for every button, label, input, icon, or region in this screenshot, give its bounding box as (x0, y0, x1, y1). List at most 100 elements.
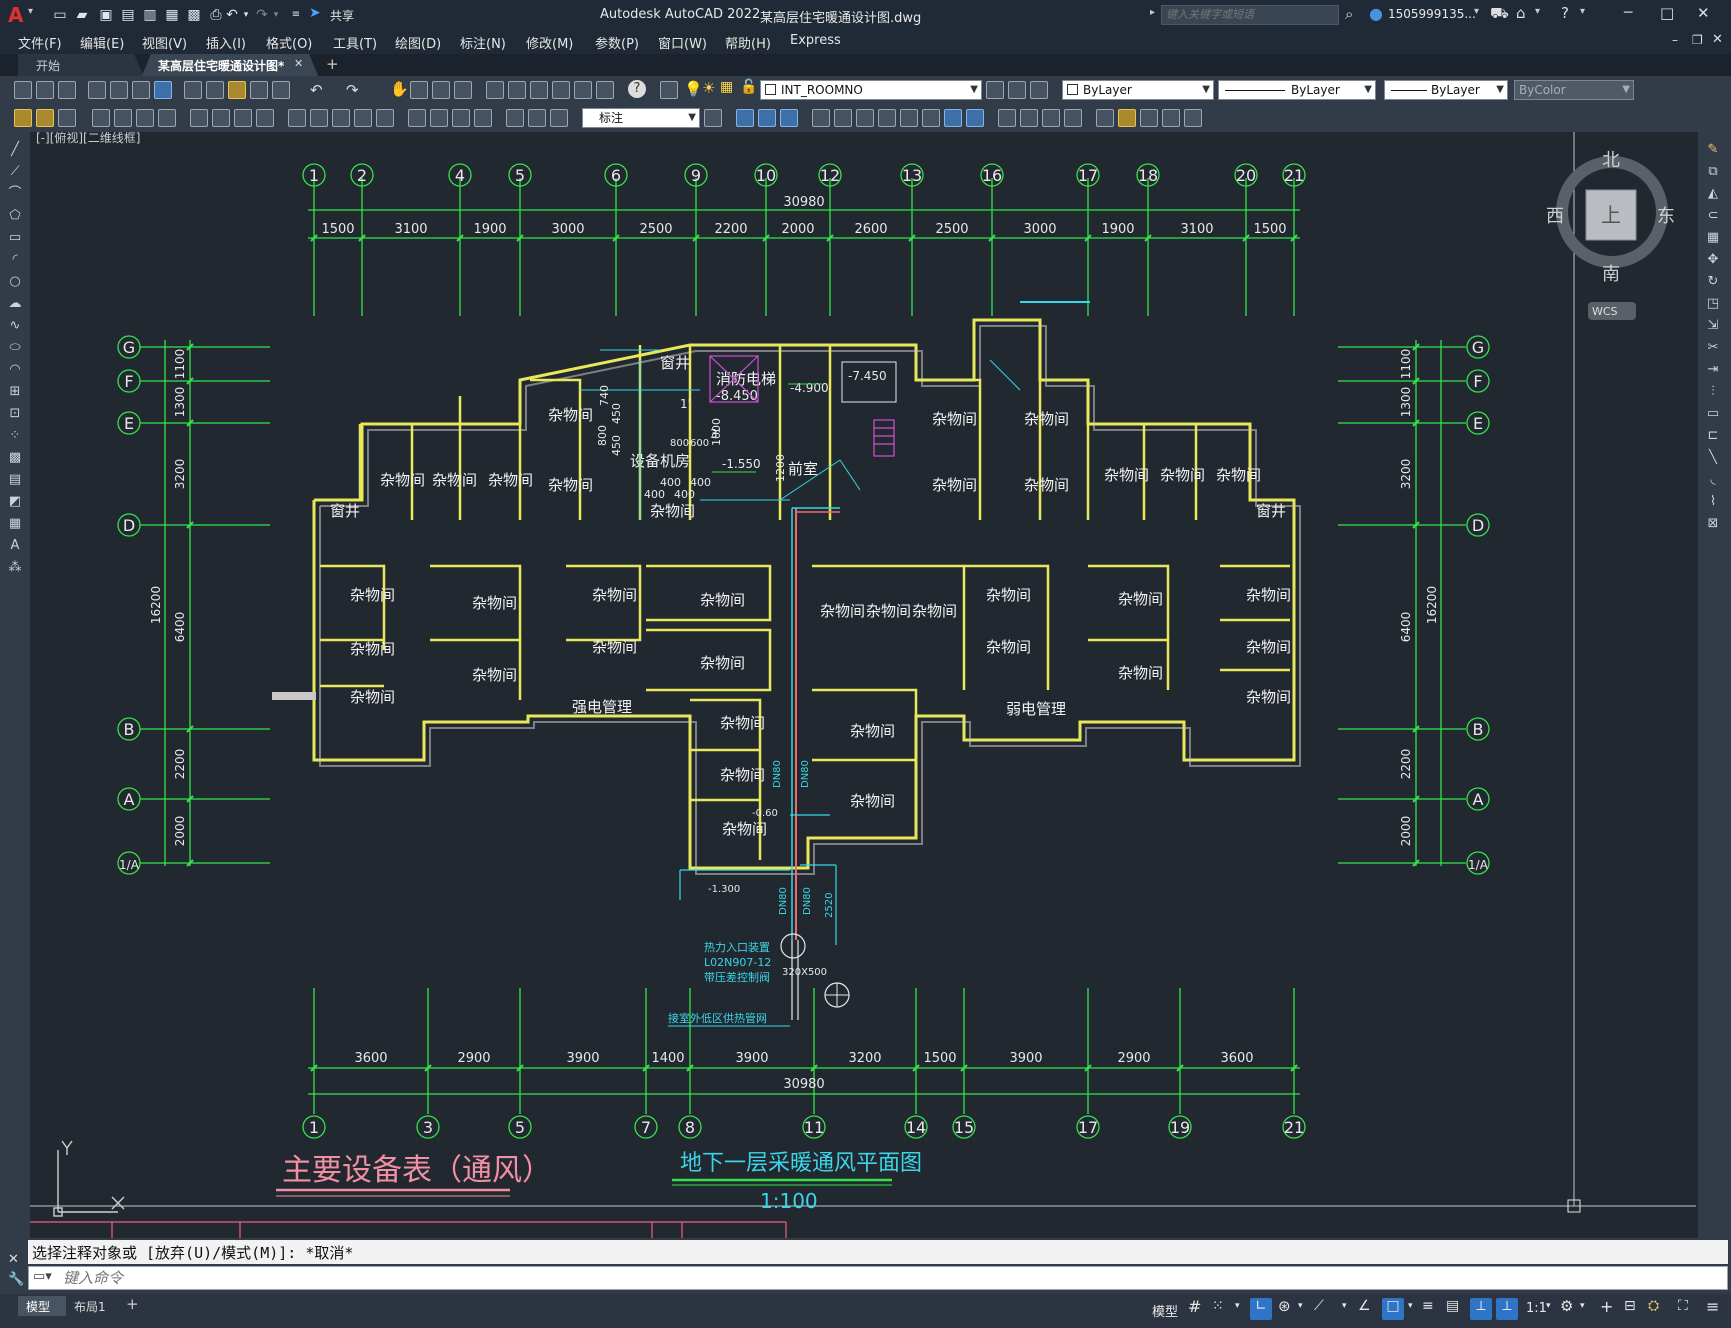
rectangle-icon[interactable]: ▭ (6, 230, 24, 246)
layer-properties-icon[interactable] (660, 81, 678, 99)
zoom-realtime-icon[interactable] (410, 81, 428, 99)
maximize-button[interactable]: □ (1660, 4, 1674, 22)
spline-icon[interactable]: ∿ (6, 318, 24, 334)
command-settings-icon[interactable]: 🔧 (8, 1272, 24, 1287)
explode-icon[interactable] (1064, 109, 1082, 127)
join-icon[interactable] (998, 109, 1016, 127)
table-icon[interactable]: ▦ (6, 516, 24, 532)
insert-block-icon[interactable] (1096, 109, 1114, 127)
doc-restore-button[interactable]: ❐ (1692, 33, 1703, 47)
command-close-icon[interactable]: ✕ (8, 1252, 19, 1267)
move-icon-r[interactable]: ✥ (1704, 252, 1722, 268)
inspection-icon[interactable] (452, 109, 470, 127)
tab-close-icon[interactable]: ✕ (294, 57, 303, 70)
move-icon[interactable] (834, 109, 852, 127)
search-icon[interactable]: ⌕ (1345, 5, 1353, 23)
viewcube-south[interactable]: 南 (1602, 264, 1620, 285)
layout-tab-layout1[interactable]: 布局1 (74, 1298, 106, 1315)
menu-express[interactable]: Express (790, 33, 841, 48)
angular-dimension-icon[interactable] (256, 109, 274, 127)
match-properties-icon[interactable] (250, 81, 268, 99)
blend-icon[interactable]: ⌇ (1704, 494, 1722, 510)
command-input-box[interactable]: ▭▾ (28, 1266, 1728, 1290)
pan-icon[interactable]: ✋ (390, 80, 409, 98)
linetype-dropdown[interactable]: ByLayer ▼ (1218, 80, 1376, 100)
hatch-icon[interactable]: ▩ (6, 450, 24, 466)
layer-viewport-icon[interactable]: ▦ (720, 79, 733, 95)
command-input[interactable] (63, 1268, 663, 1288)
zoom-previous-icon[interactable] (454, 81, 472, 99)
app-menu-chevron-icon[interactable]: ▾ (28, 6, 33, 17)
paste-icon[interactable] (228, 81, 246, 99)
diameter-dimension-icon[interactable] (234, 109, 252, 127)
radius-dimension-icon[interactable] (190, 109, 208, 127)
search-expand-icon[interactable]: ▸ (1150, 7, 1155, 18)
annotation-scale[interactable]: 1:1 (1526, 1301, 1547, 1316)
dimension-space-icon[interactable] (354, 109, 372, 127)
copy-object-icon[interactable] (736, 109, 754, 127)
help-icon[interactable]: ? (1561, 4, 1569, 22)
workspace-dropdown-icon[interactable]: ▾ (1580, 1301, 1585, 1311)
viewcube-north[interactable]: 北 (1602, 150, 1620, 171)
work-icon-3[interactable] (58, 109, 76, 127)
new-icon[interactable] (14, 81, 32, 99)
linear-dimension-icon[interactable] (92, 109, 110, 127)
tab-start[interactable]: 开始 (18, 54, 144, 76)
polar-dropdown-icon[interactable]: ▾ (1298, 1301, 1303, 1311)
object-snap-icon[interactable]: □ (1382, 1298, 1404, 1320)
chamfer-icon-r[interactable]: ╲ (1704, 450, 1722, 466)
ordinate-dimension-icon[interactable] (158, 109, 176, 127)
drawing-canvas[interactable]: [-][俯视][二维线框] 地下一层采暖通风平面图 1:100 主要设备表（通风… (30, 132, 1698, 1238)
dimension-text-edit-icon[interactable] (528, 109, 546, 127)
menu-tools[interactable]: 工具(T) (333, 33, 377, 52)
lineweight-dropdown[interactable]: ByLayer ▼ (1384, 80, 1508, 100)
open-icon[interactable] (36, 81, 54, 99)
undo-icon-2[interactable]: ↶ (310, 81, 323, 99)
close-button[interactable]: ✕ (1697, 4, 1710, 22)
array-icon[interactable] (812, 109, 830, 127)
menu-parametric[interactable]: 参数(P) (595, 33, 639, 52)
calculator-icon[interactable] (596, 81, 614, 99)
layer-dropdown[interactable]: INT_ROOMNO ▼ (760, 80, 982, 100)
trim-icon-r[interactable]: ✂ (1704, 340, 1722, 356)
ellipse-arc-icon[interactable]: ◠ (6, 362, 24, 378)
ortho-icon[interactable]: ∟ (1250, 1298, 1272, 1320)
break-point-icon[interactable]: ⫶ (1704, 384, 1722, 400)
minimize-button[interactable]: ─ (1624, 5, 1632, 21)
cart-icon[interactable]: ⛟ (1490, 4, 1509, 24)
cut-icon[interactable] (184, 81, 202, 99)
mirror-icon[interactable] (758, 109, 776, 127)
menu-insert[interactable]: 插入(I) (206, 33, 246, 52)
work-icon-2[interactable] (36, 109, 54, 127)
arc-length-icon[interactable] (136, 109, 154, 127)
adjust-icon[interactable] (1162, 109, 1180, 127)
customize-qat-icon[interactable]: ≡ (286, 5, 306, 25)
sheet-set-icon[interactable] (552, 81, 570, 99)
floor-plan-drawing[interactable]: 地下一层采暖通风平面图 1:100 主要设备表（通风） 北 南 东 西 上 WC… (30, 132, 1698, 1238)
block-editor-icon[interactable] (272, 81, 290, 99)
save-as-icon[interactable]: ▤ (118, 5, 138, 25)
viewcube[interactable]: 北 南 东 西 上 WCS (1546, 150, 1675, 320)
units-icon[interactable]: ⊟ (1624, 1298, 1636, 1314)
plot-preview-icon[interactable] (110, 81, 128, 99)
copy-icon[interactable] (206, 81, 224, 99)
tolerance-icon[interactable] (408, 109, 426, 127)
markup-icon[interactable] (574, 81, 592, 99)
menu-dimension[interactable]: 标注(N) (460, 33, 506, 52)
model-space-button[interactable]: 模型 (1152, 1301, 1178, 1320)
properties-icon[interactable] (486, 81, 504, 99)
transparency-icon[interactable]: ▤ (1446, 1298, 1459, 1314)
workspace-gear-icon[interactable]: ⚙ (1560, 1297, 1573, 1315)
app-dropdown-icon[interactable]: ▾ (1535, 6, 1540, 17)
save-web-icon[interactable]: ▦ (162, 5, 182, 25)
mtext-icon[interactable]: A (6, 538, 24, 554)
menu-format[interactable]: 格式(O) (266, 33, 312, 52)
attach-icon[interactable] (1118, 109, 1136, 127)
add-selected-icon[interactable]: ⁂ (6, 560, 24, 576)
grid-icon[interactable]: # (1188, 1297, 1201, 1316)
gradient-icon[interactable]: ▤ (6, 472, 24, 488)
extend-icon-r[interactable]: ⇥ (1704, 362, 1722, 378)
aligned-dimension-icon[interactable] (114, 109, 132, 127)
layer-freeze-icon[interactable]: ☀ (702, 79, 715, 97)
quick-properties-icon[interactable]: ⛭ (1648, 1298, 1659, 1314)
